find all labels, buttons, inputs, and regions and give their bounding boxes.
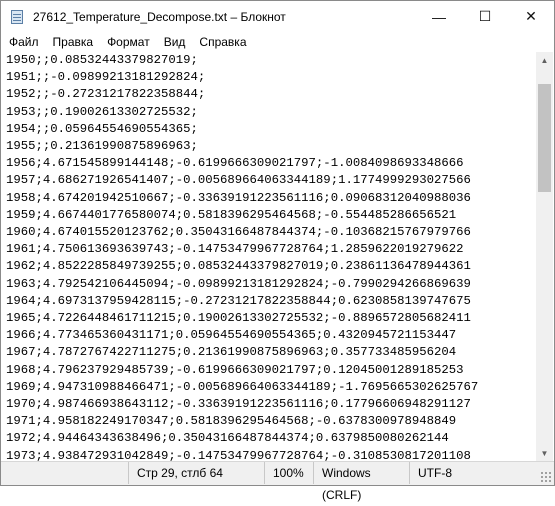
title-bar[interactable]: 27612_Temperature_Decompose.txt – Блокно…	[1, 1, 554, 32]
cursor-position: Стр 29, стлб 64	[128, 462, 264, 484]
scroll-down-arrow-icon[interactable]: ▼	[536, 445, 553, 462]
maximize-button[interactable]: ☐	[462, 1, 508, 32]
text-editor-area[interactable]: 1950;;0.08532443379827019; 1951;;-0.09899…	[1, 52, 537, 462]
caption-buttons: — ☐ ✕	[416, 1, 554, 32]
text-line[interactable]: 1952;;-0.27231217822358844;	[6, 86, 537, 103]
vertical-scrollbar[interactable]: ▲ ▼	[536, 52, 553, 462]
menu-edit[interactable]: Правка	[46, 32, 101, 52]
text-line[interactable]: 1971;4.958182249170347;0.581839629546456…	[6, 413, 537, 430]
text-line[interactable]: 1959;4.6674401776580074;0.58183962954645…	[6, 207, 537, 224]
text-content[interactable]: 1950;;0.08532443379827019; 1951;;-0.09899…	[1, 52, 537, 462]
status-bar: Стр 29, стлб 64 100% Windows (CRLF) UTF-…	[1, 461, 554, 502]
notepad-window: 27612_Temperature_Decompose.txt – Блокно…	[0, 0, 555, 502]
close-button[interactable]: ✕	[508, 1, 554, 32]
text-line[interactable]: 1950;;0.08532443379827019;	[6, 52, 537, 69]
menu-format[interactable]: Формат	[100, 32, 157, 52]
text-line[interactable]: 1967;4.7872767422711275;0.21361990875896…	[6, 344, 537, 361]
window-title: 27612_Temperature_Decompose.txt – Блокно…	[33, 9, 286, 24]
menu-file[interactable]: Файл	[1, 32, 46, 52]
text-line[interactable]: 1957;4.686271926541407;-0.00568966406334…	[6, 172, 537, 189]
minimize-button[interactable]: —	[416, 1, 462, 32]
text-line[interactable]: 1963;4.792542106445094;-0.09899213181292…	[6, 276, 537, 293]
text-line[interactable]: 1958;4.674201942510667;-0.33639191223561…	[6, 190, 537, 207]
text-line[interactable]: 1954;;0.05964554690554365;	[6, 121, 537, 138]
minimize-icon: —	[432, 8, 446, 25]
text-line[interactable]: 1970;4.987466938643112;-0.33639191223561…	[6, 396, 537, 413]
resize-grip-icon[interactable]	[540, 471, 552, 483]
text-line[interactable]: 1966;4.773465360431171;0.059645546905543…	[6, 327, 537, 344]
text-line[interactable]: 1955;;0.21361990875896963;	[6, 138, 537, 155]
scroll-up-arrow-icon[interactable]: ▲	[536, 52, 553, 69]
text-line[interactable]: 1953;;0.19002613302725532;	[6, 104, 537, 121]
menu-bar: Файл Правка Формат Вид Справка	[1, 32, 554, 52]
notepad-app-icon	[9, 9, 25, 25]
menu-view[interactable]: Вид	[157, 32, 193, 52]
text-line[interactable]: 1951;;-0.09899213181292824;	[6, 69, 537, 86]
text-line[interactable]: 1972;4.94464343638496;0.3504316648784437…	[6, 430, 537, 447]
text-line[interactable]: 1962;4.8522285849739255;0.08532443379827…	[6, 258, 537, 275]
zoom-level: 100%	[264, 462, 313, 484]
text-line[interactable]: 1960;4.674015520123762;0.350431664878443…	[6, 224, 537, 241]
text-line[interactable]: 1964;4.6973137959428115;-0.2723121782235…	[6, 293, 537, 310]
text-line[interactable]: 1956;4.671545899144148;-0.61996663090217…	[6, 155, 537, 172]
text-line[interactable]: 1965;4.7226448461711215;0.19002613302725…	[6, 310, 537, 327]
line-endings: Windows (CRLF)	[313, 462, 409, 502]
menu-help[interactable]: Справка	[192, 32, 253, 52]
encoding: UTF-8	[409, 462, 534, 484]
maximize-icon: ☐	[478, 8, 492, 24]
text-line[interactable]: 1961;4.750613693639743;-0.14753479967728…	[6, 241, 537, 258]
close-icon: ✕	[525, 8, 537, 24]
text-line[interactable]: 1969;4.947310988466471;-0.00568966406334…	[6, 379, 537, 396]
text-line[interactable]: 1968;4.796237929485739;-0.61996663090217…	[6, 362, 537, 379]
text-line[interactable]: 1973;4.938472931042849;-0.14753479967728…	[6, 448, 537, 462]
scrollbar-thumb[interactable]	[538, 84, 551, 192]
